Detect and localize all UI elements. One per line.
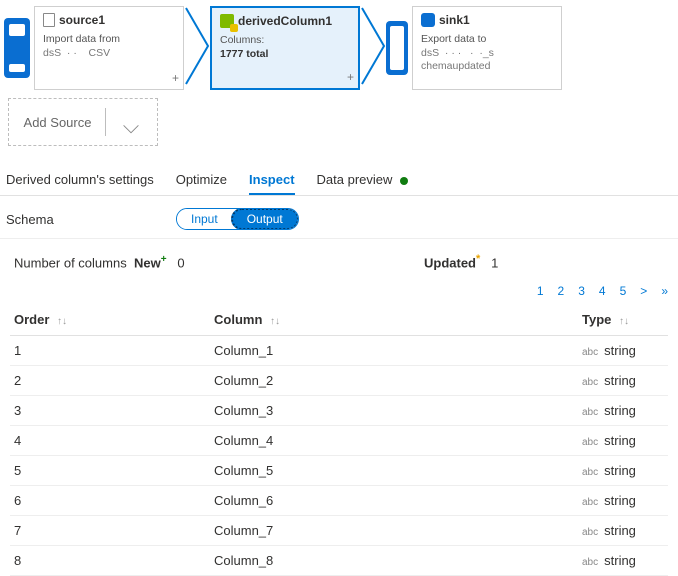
add-source-button[interactable]: Add Source bbox=[8, 98, 158, 146]
sort-icon: ↑↓ bbox=[57, 318, 67, 326]
flow-node-sink[interactable]: sink1 Export data to dsS · · · · ·_s che… bbox=[412, 6, 562, 90]
type-icon: abc bbox=[582, 377, 598, 388]
table-row[interactable]: 7Column_7abcstring bbox=[10, 516, 668, 546]
divider bbox=[105, 108, 106, 136]
page-link[interactable]: 5 bbox=[620, 284, 627, 298]
flow-arrow bbox=[184, 6, 210, 90]
cell-order: 4 bbox=[10, 426, 210, 456]
updated-label: Updated bbox=[424, 255, 476, 270]
page-link[interactable]: > bbox=[640, 284, 647, 298]
schema-label: Schema bbox=[6, 212, 176, 227]
cell-type: abcstring bbox=[578, 456, 668, 486]
tab-bar: Derived column's settings Optimize Inspe… bbox=[0, 146, 678, 196]
col-header-order[interactable]: Order ↑↓ bbox=[10, 304, 210, 336]
cell-type: abcstring bbox=[578, 336, 668, 366]
cell-order: 6 bbox=[10, 486, 210, 516]
status-dot-icon bbox=[400, 177, 408, 185]
cell-column: Column_2 bbox=[210, 366, 578, 396]
node-line3: chemaupdated bbox=[421, 60, 553, 74]
schema-toggle: Input Output bbox=[176, 208, 299, 230]
sort-icon: ↑↓ bbox=[270, 318, 280, 326]
cell-column: Column_1 bbox=[210, 336, 578, 366]
pagination: 12345 > » bbox=[0, 280, 678, 304]
type-icon: abc bbox=[582, 497, 598, 508]
node-line1: Export data to bbox=[421, 33, 553, 47]
flow-node-source[interactable]: source1 Import data from dsS · · CSV + bbox=[34, 6, 184, 90]
node-line2a: dsS bbox=[43, 47, 61, 59]
add-branch-icon[interactable]: + bbox=[172, 71, 179, 85]
tab-settings[interactable]: Derived column's settings bbox=[6, 172, 154, 195]
type-icon: abc bbox=[582, 527, 598, 538]
cell-type: abcstring bbox=[578, 396, 668, 426]
table-row[interactable]: 1Column_1abcstring bbox=[10, 336, 668, 366]
source-dataset-icon bbox=[4, 18, 30, 78]
cell-type: abcstring bbox=[578, 426, 668, 456]
cell-column: Column_6 bbox=[210, 486, 578, 516]
flow-arrow bbox=[360, 6, 386, 90]
page-link[interactable]: » bbox=[661, 284, 668, 298]
tab-inspect[interactable]: Inspect bbox=[249, 172, 295, 195]
schema-toggle-output[interactable]: Output bbox=[231, 208, 299, 230]
table-row[interactable]: 2Column_2abcstring bbox=[10, 366, 668, 396]
node-value: 1777 total bbox=[220, 48, 350, 62]
type-icon: abc bbox=[582, 407, 598, 418]
cell-column: Column_4 bbox=[210, 426, 578, 456]
col-header-column[interactable]: Column ↑↓ bbox=[210, 304, 578, 336]
schema-bar: Schema Input Output bbox=[0, 196, 678, 239]
new-count: 0 bbox=[177, 255, 184, 270]
sink-dataset-icon bbox=[386, 21, 408, 75]
node-title: derivedColumn1 bbox=[238, 14, 332, 28]
cell-type: abcstring bbox=[578, 486, 668, 516]
database-icon bbox=[421, 13, 435, 27]
schema-toggle-input[interactable]: Input bbox=[177, 209, 232, 229]
page-link[interactable]: 3 bbox=[578, 284, 585, 298]
type-icon: abc bbox=[582, 347, 598, 358]
cell-order: 2 bbox=[10, 366, 210, 396]
cell-order: 1 bbox=[10, 336, 210, 366]
node-line2b: CSV bbox=[89, 47, 111, 59]
column-stats: Number of columns New+ 0 Updated* 1 bbox=[0, 239, 678, 280]
col-header-type[interactable]: Type ↑↓ bbox=[578, 304, 668, 336]
derived-column-icon bbox=[220, 14, 234, 28]
cell-column: Column_3 bbox=[210, 396, 578, 426]
file-icon bbox=[43, 13, 55, 27]
type-icon: abc bbox=[582, 557, 598, 568]
type-icon: abc bbox=[582, 467, 598, 478]
sort-icon: ↑↓ bbox=[619, 318, 629, 326]
tab-data-preview[interactable]: Data preview bbox=[317, 172, 409, 195]
star-icon: * bbox=[476, 253, 480, 265]
table-row[interactable]: 6Column_6abcstring bbox=[10, 486, 668, 516]
columns-table: Order ↑↓ Column ↑↓ Type ↑↓ 1Column_1abcs… bbox=[10, 304, 668, 576]
new-label: New bbox=[134, 255, 161, 270]
tab-optimize[interactable]: Optimize bbox=[176, 172, 227, 195]
cell-order: 5 bbox=[10, 456, 210, 486]
flow-canvas: source1 Import data from dsS · · CSV + d… bbox=[0, 0, 678, 90]
cell-order: 3 bbox=[10, 396, 210, 426]
cell-column: Column_7 bbox=[210, 516, 578, 546]
page-link[interactable]: 4 bbox=[599, 284, 606, 298]
cell-column: Column_5 bbox=[210, 456, 578, 486]
table-row[interactable]: 5Column_5abcstring bbox=[10, 456, 668, 486]
flow-node-derived[interactable]: derivedColumn1 Columns: 1777 total + bbox=[210, 6, 360, 90]
add-source-label: Add Source bbox=[24, 115, 92, 130]
plus-icon: + bbox=[161, 254, 167, 265]
table-row[interactable]: 4Column_4abcstring bbox=[10, 426, 668, 456]
page-link[interactable]: 2 bbox=[558, 284, 565, 298]
chevron-down-icon bbox=[116, 102, 147, 133]
node-title: sink1 bbox=[439, 13, 470, 27]
updated-count: 1 bbox=[491, 255, 498, 270]
num-columns-label: Number of columns bbox=[14, 255, 127, 270]
node-line1: Import data from bbox=[43, 33, 175, 47]
add-branch-icon[interactable]: + bbox=[347, 70, 354, 84]
page-link[interactable]: 1 bbox=[537, 284, 544, 298]
node-title: source1 bbox=[59, 13, 105, 27]
cell-type: abcstring bbox=[578, 516, 668, 546]
table-row[interactable]: 3Column_3abcstring bbox=[10, 396, 668, 426]
node-label: Columns: bbox=[220, 34, 350, 48]
type-icon: abc bbox=[582, 437, 598, 448]
cell-type: abcstring bbox=[578, 366, 668, 396]
cell-order: 7 bbox=[10, 516, 210, 546]
node-line2a: dsS bbox=[421, 47, 439, 59]
